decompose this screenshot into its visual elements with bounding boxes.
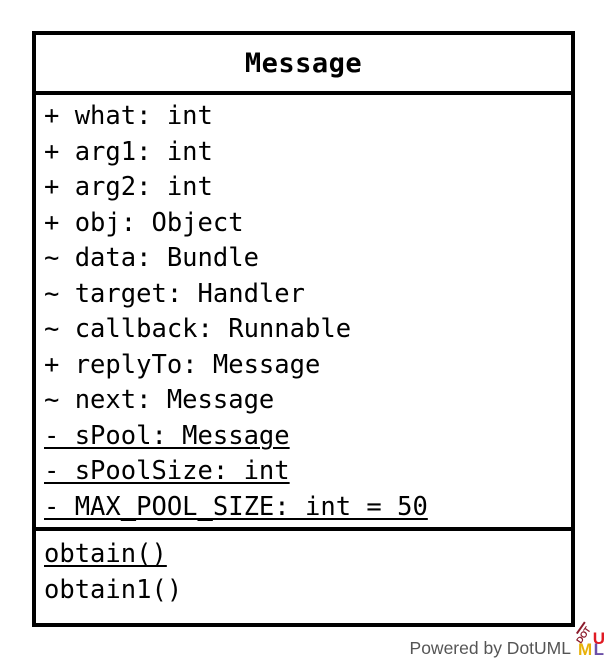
attribute-row-text: + arg1: int bbox=[44, 136, 213, 167]
logo-letter-l: L bbox=[593, 640, 604, 659]
operation-row: obtain() bbox=[36, 537, 571, 573]
watermark-text: Powered by DotUML bbox=[409, 638, 571, 658]
attribute-row: + what: int bbox=[36, 99, 571, 135]
operation-row: obtain1() bbox=[36, 573, 571, 609]
attribute-row-text: ~ target: Handler bbox=[44, 278, 305, 309]
attribute-row-text: + arg2: int bbox=[44, 172, 213, 202]
attribute-row: + replyTo: Message bbox=[36, 348, 571, 384]
attribute-row-text: + what: int bbox=[44, 101, 213, 131]
attribute-row: + arg1: int bbox=[36, 135, 571, 171]
operations-compartment: obtain() obtain1() bbox=[36, 531, 571, 623]
attribute-row: + obj: Object bbox=[36, 206, 571, 242]
attribute-row: ~ target: Handler bbox=[36, 277, 571, 313]
attribute-row: - sPool: Message bbox=[36, 419, 571, 455]
attribute-row-text: - sPool: Message bbox=[44, 420, 290, 451]
attribute-row-text: + replyTo: Message bbox=[44, 349, 321, 380]
attribute-row-text: - MAX_POOL_SIZE: int = 50 bbox=[44, 491, 428, 522]
watermark: Powered by DotUML DOT U M L bbox=[409, 621, 605, 659]
attribute-row: ~ callback: Runnable bbox=[36, 312, 571, 348]
logo-letter-m: M bbox=[578, 640, 593, 659]
dotuml-logo-icon: DOT U M L bbox=[574, 621, 605, 659]
class-name-compartment: Message bbox=[36, 35, 571, 95]
attribute-row: + arg2: int bbox=[36, 170, 571, 206]
attribute-row-text: ~ data: Bundle bbox=[44, 243, 259, 273]
attribute-row: - sPoolSize: int bbox=[36, 454, 571, 490]
attribute-row: ~ data: Bundle bbox=[36, 241, 571, 277]
operation-row-text: obtain1() bbox=[44, 574, 183, 605]
attribute-row-text: - sPoolSize: int bbox=[44, 456, 290, 486]
attribute-row: - MAX_POOL_SIZE: int = 50 bbox=[36, 490, 571, 526]
attribute-row-text: + obj: Object bbox=[44, 207, 244, 238]
uml-class-box: Message + what: int + arg1: int + arg2: in… bbox=[32, 31, 575, 627]
attribute-row-text: ~ next: Message bbox=[44, 385, 275, 415]
operation-row-text: obtain() bbox=[44, 539, 167, 569]
class-name: Message bbox=[244, 47, 363, 79]
attribute-row-text: ~ callback: Runnable bbox=[44, 314, 352, 344]
attribute-row: ~ next: Message bbox=[36, 383, 571, 419]
attributes-compartment: + what: int + arg1: int + arg2: int + obj: … bbox=[36, 95, 571, 531]
